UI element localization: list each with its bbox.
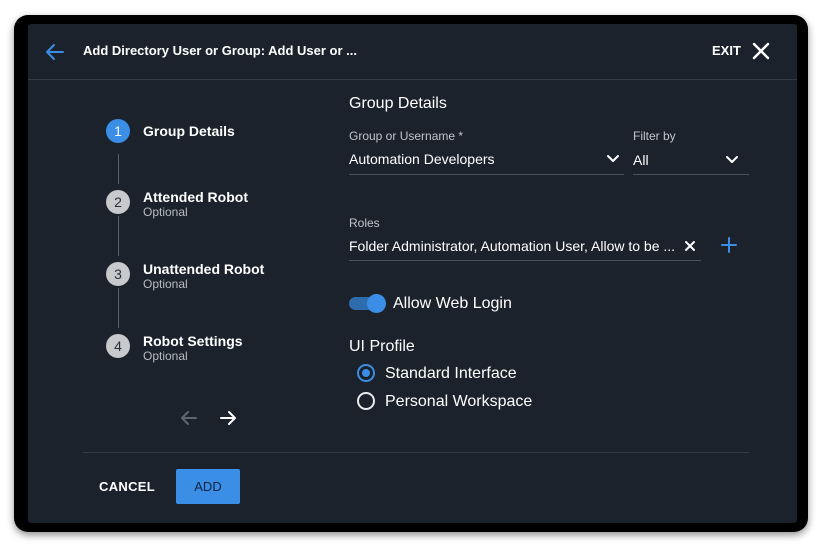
standard-interface-label[interactable]: Standard Interface	[385, 365, 517, 383]
personal-workspace-radio[interactable]	[357, 392, 375, 410]
toggle-knob	[367, 294, 386, 313]
chevron-down-icon	[726, 156, 738, 163]
back-arrow-icon[interactable]	[44, 41, 66, 63]
step-number: 2	[106, 190, 130, 214]
close-icon[interactable]	[751, 41, 771, 61]
dialog-title: Add Directory User or Group: Add User or…	[83, 43, 358, 58]
filter-select-value: All	[633, 152, 649, 168]
add-directory-dialog: Add Directory User or Group: Add User or…	[28, 24, 797, 523]
group-select-value: Automation Developers	[349, 151, 495, 167]
web-login-toggle[interactable]	[349, 294, 387, 313]
personal-workspace-label[interactable]: Personal Workspace	[385, 393, 532, 411]
standard-interface-radio[interactable]	[357, 364, 375, 382]
web-login-label: Allow Web Login	[393, 295, 512, 312]
chevron-down-icon	[607, 155, 619, 162]
previous-step-arrow-icon	[181, 411, 197, 425]
step-sublabel: Optional	[143, 205, 188, 219]
group-select[interactable]: Automation Developers	[349, 151, 624, 175]
section-title: Group Details	[349, 95, 447, 112]
filter-select[interactable]: All	[633, 152, 749, 175]
dialog-header: Add Directory User or Group: Add User or…	[28, 24, 797, 80]
step-label: Unattended Robot	[143, 261, 265, 277]
add-role-plus-icon[interactable]	[721, 237, 737, 253]
cancel-button[interactable]: CANCEL	[99, 479, 155, 494]
step-number: 1	[106, 119, 130, 143]
add-button[interactable]: ADD	[176, 469, 240, 504]
clear-icon[interactable]	[684, 240, 696, 252]
step-sublabel: Optional	[143, 277, 188, 291]
ui-profile-title: UI Profile	[349, 338, 415, 355]
step-label: Group Details	[143, 123, 235, 139]
step-label: Robot Settings	[143, 333, 243, 349]
group-field-label: Group or Username *	[349, 129, 464, 143]
step-connector	[118, 154, 119, 184]
step-number: 3	[106, 262, 130, 286]
step-sublabel: Optional	[143, 349, 188, 363]
step-label: Attended Robot	[143, 189, 248, 205]
footer-divider	[83, 452, 749, 453]
step-number: 4	[106, 334, 130, 358]
step-connector	[118, 216, 119, 256]
next-step-arrow-icon[interactable]	[218, 408, 238, 428]
exit-button[interactable]: EXIT	[712, 43, 741, 58]
roles-value: Folder Administrator, Automation User, A…	[349, 238, 675, 254]
roles-select[interactable]: Folder Administrator, Automation User, A…	[349, 238, 701, 261]
roles-field-label: Roles	[349, 216, 380, 230]
filter-field-label: Filter by	[633, 129, 676, 143]
step-connector	[118, 288, 119, 328]
